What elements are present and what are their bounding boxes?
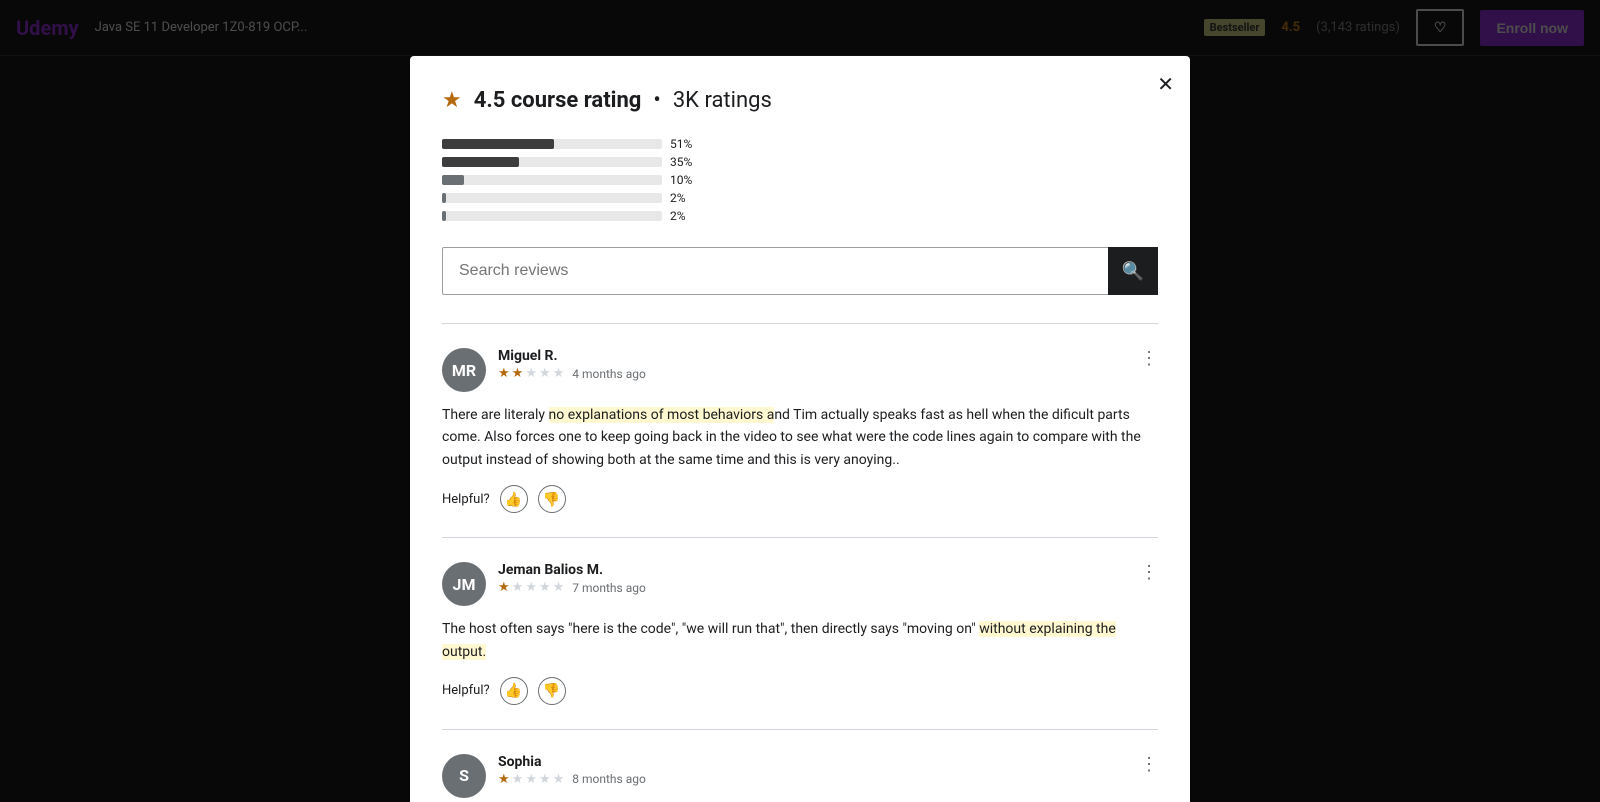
modal-bullet: • [653,88,660,113]
reviewer-info-miguel: Miguel R. ★ ★ ★ ★ ★ 4 months ago [498,348,1128,381]
bar-pct-4: 2% [670,191,700,205]
rating-bars: 51% 35% 10% 2% [442,137,1158,223]
star-4: ★ [539,580,551,595]
avatar-miguel: MR [442,348,486,392]
review-modal: ✕ ★ 4.5 course rating • 3K ratings 51% 3… [410,56,1190,802]
review-card-jeman: JM Jeman Balios M. ★ ★ ★ ★ ★ 7 months ag… [442,537,1158,729]
review-header-sophia: S Sophia ★ ★ ★ ★ ★ 8 months ago ⋮ [442,754,1158,798]
bar-pct-3: 10% [670,173,700,187]
review-time-miguel: 4 months ago [572,367,646,381]
thumbup-button-jeman[interactable]: 👍 [500,677,528,705]
reviewer-name-jeman: Jeman Balios M. [498,562,1128,578]
bar-track-5 [442,211,662,221]
star-5: ★ [553,580,565,595]
reviewer-meta-sophia: ★ ★ ★ ★ ★ 8 months ago [498,772,1128,787]
search-icon: 🔍 [1122,261,1144,282]
modal-header: ★ 4.5 course rating • 3K ratings [442,88,1158,113]
star-rating-sophia: ★ ★ ★ ★ ★ [498,772,564,787]
star-4: ★ [539,772,551,787]
review-footer-miguel: Helpful? 👍 👎 [442,485,1158,513]
reviewer-meta-miguel: ★ ★ ★ ★ ★ 4 months ago [498,366,1128,381]
bar-pct-2: 35% [670,155,700,169]
star-1: ★ [498,772,510,787]
star-rating-miguel: ★ ★ ★ ★ ★ [498,366,564,381]
star-5: ★ [553,772,565,787]
bar-fill-5 [442,211,446,221]
star-3: ★ [525,366,537,381]
review-card-miguel: MR Miguel R. ★ ★ ★ ★ ★ 4 months ago [442,323,1158,537]
review-more-button-miguel[interactable]: ⋮ [1140,348,1158,369]
search-input[interactable] [442,247,1158,295]
bar-row-1: 51% [442,137,1158,151]
highlight-miguel-1: no explanations of most behaviors a [549,407,775,423]
reviewer-info-sophia: Sophia ★ ★ ★ ★ ★ 8 months ago [498,754,1128,787]
review-time-sophia: 8 months ago [572,772,646,786]
highlight-jeman-1: without explaining the output. [442,621,1116,659]
helpful-label-jeman: Helpful? [442,683,490,698]
modal-ratings-count: 3K ratings [673,88,772,113]
reviewer-name-miguel: Miguel R. [498,348,1128,364]
review-more-button-jeman[interactable]: ⋮ [1140,562,1158,583]
modal-rating-title: 4.5 course rating [474,88,642,113]
review-footer-jeman: Helpful? 👍 👎 [442,677,1158,705]
review-card-sophia: S Sophia ★ ★ ★ ★ ★ 8 months ago ⋮ [442,729,1158,802]
star-2: ★ [512,580,524,595]
bar-fill-4 [442,193,446,203]
bar-row-5: 2% [442,209,1158,223]
bar-fill-2 [442,157,519,167]
star-2: ★ [512,772,524,787]
reviewer-name-sophia: Sophia [498,754,1128,770]
review-header-jeman: JM Jeman Balios M. ★ ★ ★ ★ ★ 7 months ag… [442,562,1158,606]
search-button[interactable]: 🔍 [1108,247,1158,295]
star-3: ★ [525,772,537,787]
reviewer-info-jeman: Jeman Balios M. ★ ★ ★ ★ ★ 7 months ago [498,562,1128,595]
thumbup-button-miguel[interactable]: 👍 [500,485,528,513]
star-4: ★ [539,366,551,381]
bar-row-3: 10% [442,173,1158,187]
review-time-jeman: 7 months ago [572,581,646,595]
review-body-jeman: The host often says "here is the code", … [442,618,1158,663]
star-3: ★ [525,580,537,595]
bar-fill-1 [442,139,554,149]
review-more-button-sophia[interactable]: ⋮ [1140,754,1158,775]
modal-close-button[interactable]: ✕ [1157,72,1174,97]
review-body-miguel: There are literaly no explanations of mo… [442,404,1158,471]
thumbdown-button-jeman[interactable]: 👎 [538,677,566,705]
bar-pct-1: 51% [670,137,700,151]
bar-row-4: 2% [442,191,1158,205]
star-rating-jeman: ★ ★ ★ ★ ★ [498,580,564,595]
star-5: ★ [553,366,565,381]
bar-track-3 [442,175,662,185]
bar-track-1 [442,139,662,149]
bar-pct-5: 2% [670,209,700,223]
bar-fill-3 [442,175,464,185]
avatar-jeman: JM [442,562,486,606]
modal-star-icon: ★ [442,88,462,113]
thumbdown-button-miguel[interactable]: 👎 [538,485,566,513]
modal-overlay: ✕ ★ 4.5 course rating • 3K ratings 51% 3… [0,0,1600,802]
search-container: 🔍 [442,247,1158,295]
helpful-label-miguel: Helpful? [442,492,490,507]
bar-track-4 [442,193,662,203]
reviewer-meta-jeman: ★ ★ ★ ★ ★ 7 months ago [498,580,1128,595]
bar-row-2: 35% [442,155,1158,169]
avatar-sophia: S [442,754,486,798]
star-1: ★ [498,580,510,595]
review-header-miguel: MR Miguel R. ★ ★ ★ ★ ★ 4 months ago [442,348,1158,392]
star-1: ★ [498,366,510,381]
star-2: ★ [512,366,524,381]
bar-track-2 [442,157,662,167]
